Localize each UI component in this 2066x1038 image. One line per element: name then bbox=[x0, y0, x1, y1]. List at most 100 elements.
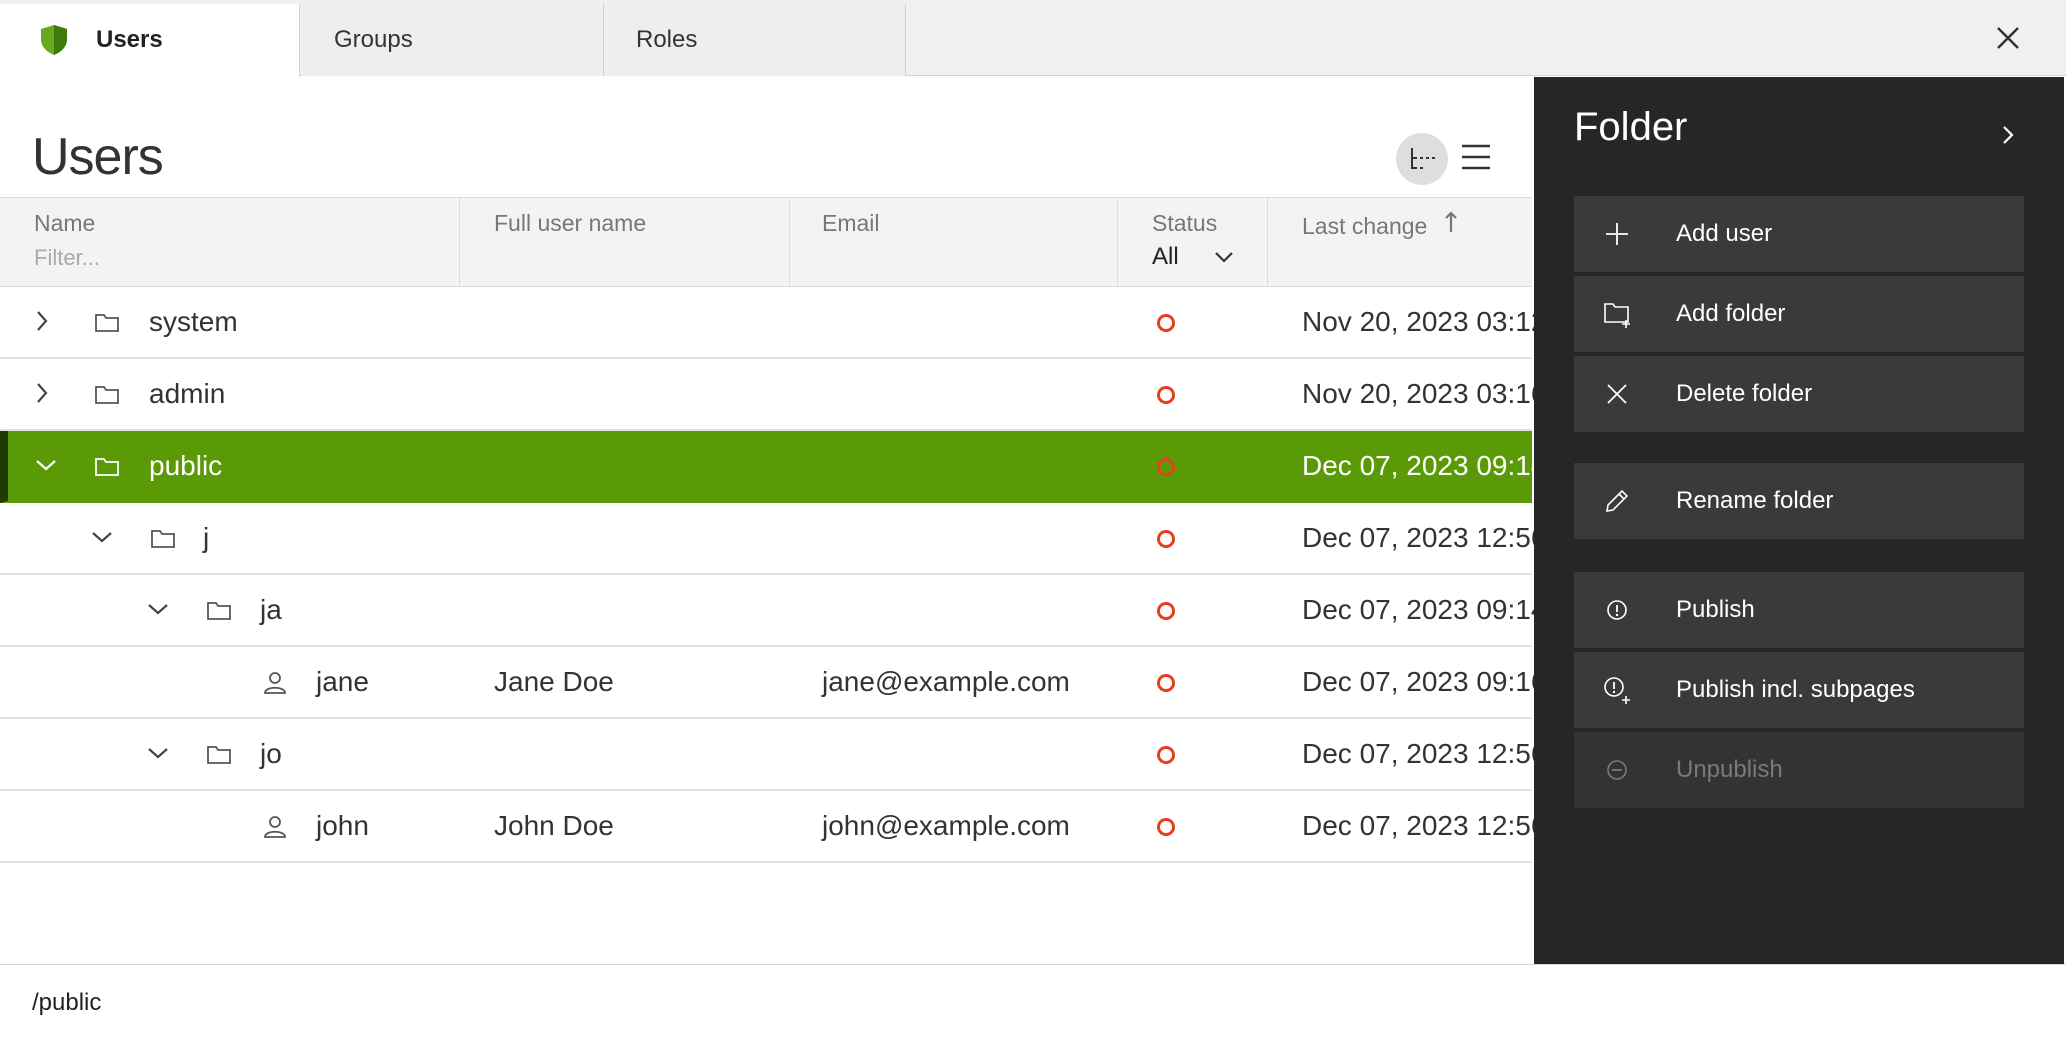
plus-icon bbox=[1606, 223, 1628, 245]
pencil-icon bbox=[1606, 489, 1629, 512]
table-row[interactable]: admin Nov 20, 2023 03:16 bbox=[0, 359, 1546, 431]
publish-incl-subpages-button[interactable]: Publish incl. subpages bbox=[1574, 652, 2024, 728]
column-email-label: Email bbox=[822, 210, 880, 236]
row-name: system bbox=[149, 306, 238, 337]
row-email: jane@example.com bbox=[822, 666, 1070, 697]
row-full-name: Jane Doe bbox=[494, 666, 614, 697]
tab-roles[interactable]: Roles bbox=[604, 4, 906, 76]
tree-view-button[interactable] bbox=[1396, 133, 1448, 185]
x-icon bbox=[1607, 384, 1627, 404]
tree-view-icon bbox=[1411, 148, 1435, 169]
add-user-button[interactable]: Add user bbox=[1574, 196, 2024, 272]
column-name-label: Name bbox=[34, 210, 96, 236]
row-last-change: Dec 07, 2023 12:56 bbox=[1302, 738, 1547, 769]
path-bar: /public bbox=[0, 964, 2066, 1038]
table-row[interactable]: jane Jane Doe jane@example.com Dec 07, 2… bbox=[0, 647, 1546, 719]
tab-label: Groups bbox=[334, 26, 413, 53]
unpublish-button[interactable]: Unpublish bbox=[1574, 732, 2024, 808]
add-user-label: Add user bbox=[1676, 220, 1773, 247]
publish-subpages-icon bbox=[1604, 677, 1630, 704]
unpublish-icon bbox=[1607, 760, 1627, 780]
table-row[interactable]: john John Doe john@example.com Dec 07, 2… bbox=[0, 791, 1546, 863]
folder-icon bbox=[95, 314, 119, 332]
current-path: /public bbox=[32, 989, 102, 1016]
shield-icon bbox=[41, 25, 67, 55]
tab-label: Roles bbox=[636, 26, 698, 53]
folder-icon bbox=[151, 530, 175, 548]
column-status: Status All bbox=[1118, 198, 1268, 286]
table-row[interactable]: j Dec 07, 2023 12:56 bbox=[0, 503, 1546, 575]
delete-folder-label: Delete folder bbox=[1676, 380, 1813, 407]
row-last-change: Dec 07, 2023 12:56 bbox=[1302, 522, 1547, 553]
row-name: jane bbox=[316, 666, 369, 697]
rename-folder-label: Rename folder bbox=[1676, 487, 1834, 514]
row-name: public bbox=[149, 450, 223, 481]
table-row[interactable]: jo Dec 07, 2023 12:56 bbox=[0, 719, 1546, 791]
tab-bar: Users Groups Roles bbox=[0, 0, 2066, 77]
chevron-right-icon[interactable] bbox=[28, 379, 56, 407]
status-filter-select[interactable]: All bbox=[1152, 243, 1267, 271]
status-unpublished-indicator bbox=[1157, 314, 1175, 332]
column-full-name-label: Full user name bbox=[494, 210, 647, 236]
row-name: john bbox=[316, 810, 369, 841]
row-name: admin bbox=[149, 378, 226, 409]
add-folder-label: Add folder bbox=[1676, 300, 1786, 327]
status-unpublished-indicator bbox=[1157, 818, 1175, 836]
status-unpublished-indicator bbox=[1157, 530, 1175, 548]
chevron-down-icon[interactable] bbox=[32, 451, 60, 479]
sort-ascending-icon[interactable] bbox=[1444, 210, 1458, 234]
folder-icon bbox=[95, 458, 119, 476]
column-email[interactable]: Email bbox=[790, 198, 1118, 286]
name-filter-input[interactable] bbox=[34, 245, 334, 271]
column-full-name[interactable]: Full user name bbox=[460, 198, 790, 286]
table-row[interactable]: ja Dec 07, 2023 09:14 bbox=[0, 575, 1546, 647]
folder-icon bbox=[95, 386, 119, 404]
row-last-change: Dec 07, 2023 09:14 bbox=[1302, 450, 1547, 481]
column-status-label: Status bbox=[1152, 210, 1218, 236]
tab-groups[interactable]: Groups bbox=[302, 4, 604, 76]
publish-incl-subpages-label: Publish incl. subpages bbox=[1676, 676, 1915, 703]
rename-folder-button[interactable]: Rename folder bbox=[1574, 463, 2024, 539]
panel-title: Folder bbox=[1574, 105, 1688, 149]
table-row-selected[interactable]: public Dec 07, 2023 09:14 bbox=[0, 431, 1546, 503]
chevron-right-icon[interactable] bbox=[28, 307, 56, 335]
chevron-right-icon[interactable] bbox=[1992, 119, 2024, 151]
status-unpublished-indicator bbox=[1157, 746, 1175, 764]
column-last-change[interactable]: Last change bbox=[1268, 198, 1532, 286]
status-filter-value: All bbox=[1152, 243, 1179, 270]
main-content: Users Name Full user name Email Status A… bbox=[0, 77, 1546, 964]
status-unpublished-indicator bbox=[1157, 458, 1175, 476]
page-title: Users bbox=[32, 128, 164, 186]
row-name: ja bbox=[260, 594, 282, 625]
folder-icon bbox=[207, 602, 231, 620]
delete-folder-button[interactable]: Delete folder bbox=[1574, 356, 2024, 432]
column-name: Name bbox=[0, 198, 460, 286]
row-last-change: Nov 20, 2023 03:16 bbox=[1302, 378, 1547, 409]
row-last-change: Dec 07, 2023 09:14 bbox=[1302, 594, 1547, 625]
publish-icon bbox=[1607, 600, 1627, 620]
row-last-change: Dec 07, 2023 09:16 bbox=[1302, 666, 1547, 697]
folder-icon bbox=[207, 746, 231, 764]
table-row[interactable]: system Nov 20, 2023 03:12 bbox=[0, 287, 1546, 359]
chevron-down-icon bbox=[1214, 252, 1233, 263]
publish-label: Publish bbox=[1676, 596, 1755, 623]
chevron-down-icon[interactable] bbox=[144, 595, 172, 623]
user-icon bbox=[264, 816, 286, 838]
row-name: jo bbox=[260, 738, 282, 769]
publish-button[interactable]: Publish bbox=[1574, 572, 2024, 648]
tab-users[interactable]: Users bbox=[0, 4, 300, 77]
row-email: john@example.com bbox=[822, 810, 1070, 841]
status-unpublished-indicator bbox=[1157, 386, 1175, 404]
close-icon[interactable] bbox=[1990, 20, 2026, 56]
row-last-change: Dec 07, 2023 12:56 bbox=[1302, 810, 1547, 841]
add-folder-button[interactable]: Add folder bbox=[1574, 276, 2024, 352]
status-unpublished-indicator bbox=[1157, 602, 1175, 620]
user-icon bbox=[264, 672, 286, 694]
status-unpublished-indicator bbox=[1157, 674, 1175, 692]
list-view-icon[interactable] bbox=[1458, 139, 1494, 175]
chevron-down-icon[interactable] bbox=[144, 739, 172, 767]
row-name: j bbox=[203, 522, 210, 553]
add-folder-icon bbox=[1604, 303, 1630, 328]
tab-label: Users bbox=[96, 26, 163, 53]
chevron-down-icon[interactable] bbox=[88, 523, 116, 551]
